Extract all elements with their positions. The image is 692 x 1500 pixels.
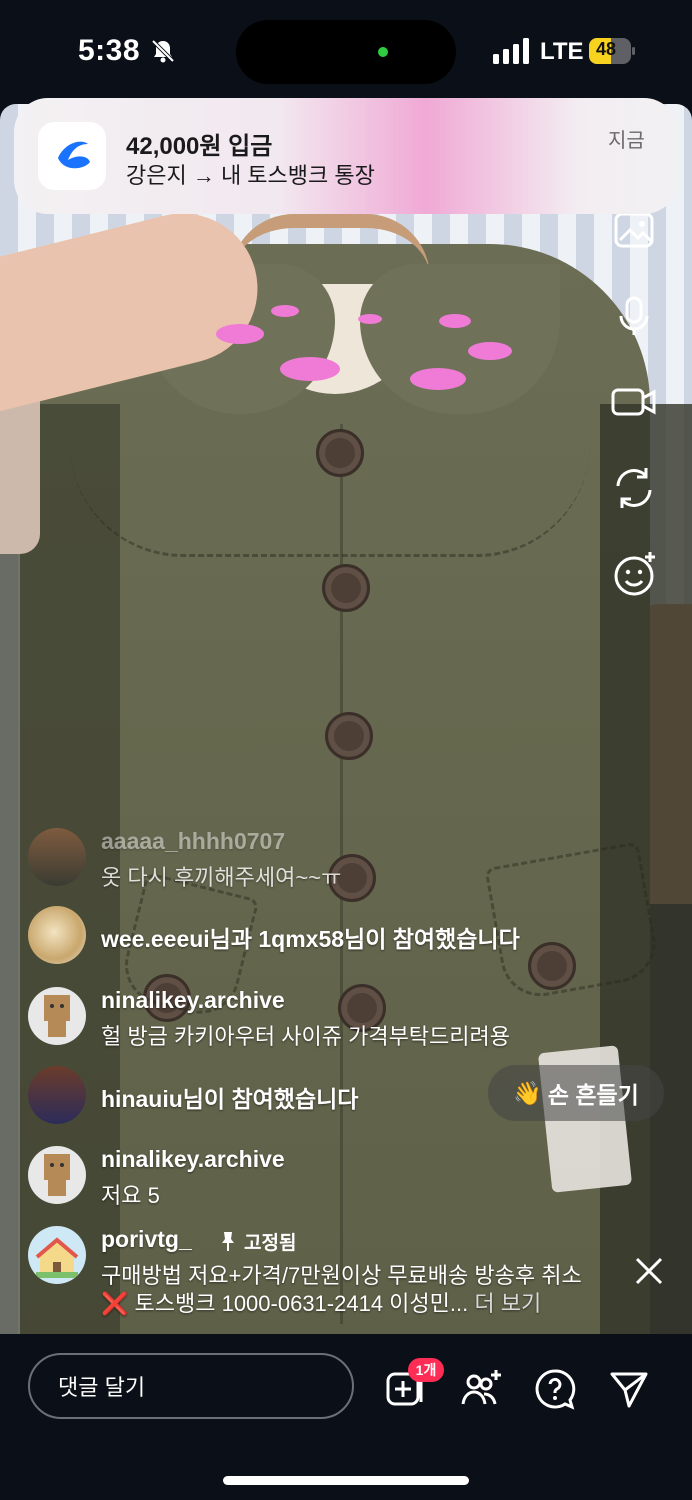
wave-button-label: 손 흔들기 xyxy=(547,1082,639,1108)
battery-level: 48 xyxy=(596,39,617,59)
comment-username[interactable]: ninalikey.archive xyxy=(101,1146,285,1173)
pinned-text-line2-body: ❌ 토스뱅크 1000-0631-2414 이성민... xyxy=(101,1291,469,1316)
camera-indicator-dot xyxy=(378,47,388,57)
product-count-badge: 1개 xyxy=(408,1358,444,1382)
video-camera-icon[interactable] xyxy=(610,378,658,426)
comment-input[interactable]: 댓글 달기 xyxy=(28,1353,354,1419)
avatar[interactable] xyxy=(28,987,86,1045)
comment-item: ninalikey.archive 저요 5 xyxy=(28,1146,628,1208)
bird-stickers xyxy=(216,305,512,390)
pinned-comment[interactable]: porivtg_ 고정됨 구매방법 저요+가격/7만원이상 무료배송 방송후 취… xyxy=(28,1226,648,1316)
comment-item: ninalikey.archive 헐 방금 카키아우터 사이쥬 가격부탁드리려… xyxy=(28,987,628,1049)
mic-icon[interactable] xyxy=(610,292,658,340)
clock: 5:38 xyxy=(78,34,141,67)
wave-hand-icon: 👋 xyxy=(513,1079,542,1106)
more-link[interactable]: 더 보기 xyxy=(474,1291,541,1316)
coat-button xyxy=(325,712,373,760)
join-item: wee.eeeui님과 1qmx58님이 참여했습니다 xyxy=(28,906,628,966)
bell-off-icon xyxy=(151,39,175,63)
avatar[interactable] xyxy=(28,1146,86,1204)
signal-icon xyxy=(493,38,529,64)
payment-notification[interactable]: 42,000원 입금 강은지 → 내 토스뱅크 통장 지금 xyxy=(14,98,678,214)
pinned-label: 고정됨 xyxy=(244,1233,297,1254)
close-icon[interactable] xyxy=(634,1256,664,1286)
home-indicator[interactable] xyxy=(223,1476,469,1485)
send-icon[interactable] xyxy=(608,1368,650,1410)
avatar[interactable] xyxy=(28,1066,86,1124)
add-guest-icon[interactable] xyxy=(460,1368,502,1410)
notification-body: 강은지 → 내 토스뱅크 통장 xyxy=(126,163,375,188)
comment-text: 옷 다시 후끼해주세여~~ㅠ xyxy=(101,865,342,890)
add-emoji-icon[interactable] xyxy=(610,550,658,598)
avatar[interactable] xyxy=(28,906,86,964)
comment-text: 저요 5 xyxy=(101,1183,160,1208)
avatar[interactable] xyxy=(28,1226,86,1284)
notification-title: 42,000원 입금 xyxy=(126,133,273,160)
comment-item: aaaaa_hhhh0707 옷 다시 후끼해주세여~~ㅠ xyxy=(28,828,628,890)
coat-button xyxy=(316,429,364,477)
comment-username[interactable]: aaaaa_hhhh0707 xyxy=(101,828,285,855)
dynamic-island xyxy=(236,20,456,84)
toss-icon xyxy=(38,122,106,190)
status-bar: 5:38 LTE 48 xyxy=(0,0,692,104)
comment-username[interactable]: ninalikey.archive xyxy=(101,987,285,1014)
switch-camera-icon[interactable] xyxy=(610,464,658,512)
notification-time: 지금 xyxy=(608,130,645,152)
join-text: wee.eeeui님과 1qmx58님이 참여했습니다 xyxy=(101,926,520,952)
comment-username[interactable]: porivtg_ xyxy=(101,1226,192,1253)
join-text: hinauiu님이 참여했습니다 xyxy=(101,1086,359,1112)
avatar[interactable] xyxy=(28,828,86,886)
question-icon[interactable] xyxy=(534,1368,576,1410)
comment-text: 헐 방금 카키아우터 사이쥬 가격부탁드리려용 xyxy=(101,1024,511,1049)
pin-icon xyxy=(222,1232,234,1251)
wave-button[interactable]: 👋 손 흔들기 xyxy=(488,1065,664,1121)
pinned-text-line2: ❌ 토스뱅크 1000-0631-2414 이성민... 더 보기 xyxy=(101,1286,541,1318)
coat-button xyxy=(322,564,370,612)
network-type: LTE xyxy=(540,38,584,65)
